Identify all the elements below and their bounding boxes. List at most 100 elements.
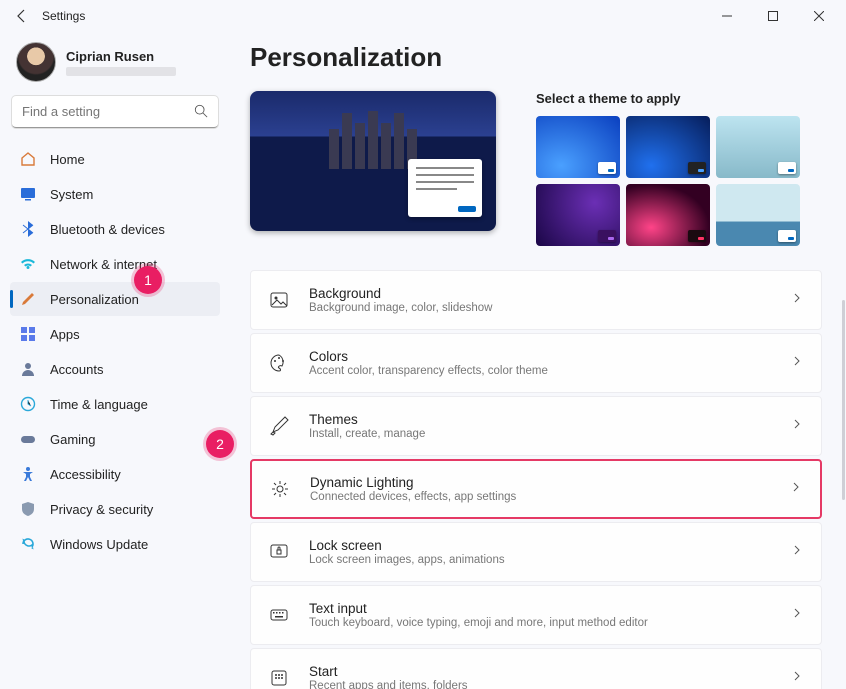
setting-title: Dynamic Lighting	[310, 475, 790, 490]
clock-globe-icon	[20, 396, 36, 412]
theme-option-2[interactable]	[626, 116, 710, 178]
nav-label: Time & language	[50, 397, 148, 412]
main-content: Personalization Select a theme to apply	[228, 32, 846, 689]
nav: Home System Bluetooth & devices Network …	[10, 142, 220, 561]
minimize-icon	[722, 11, 732, 21]
setting-desc: Lock screen images, apps, animations	[309, 554, 791, 566]
sidebar: Ciprian Rusen Home System Bluetooth & de…	[0, 32, 228, 689]
chevron-right-icon	[790, 480, 802, 498]
setting-desc: Install, create, manage	[309, 428, 791, 440]
nav-time[interactable]: Time & language	[10, 387, 220, 421]
setting-background[interactable]: Background Background image, color, slid…	[250, 270, 822, 330]
setting-themes[interactable]: Themes Install, create, manage	[250, 396, 822, 456]
wifi-icon	[20, 256, 36, 272]
chevron-right-icon	[791, 669, 803, 687]
close-button[interactable]	[796, 2, 842, 30]
app-title: Settings	[42, 9, 85, 23]
chevron-right-icon	[791, 606, 803, 624]
theme-option-4[interactable]	[536, 184, 620, 246]
light-icon	[270, 479, 290, 499]
nav-label: Home	[50, 152, 85, 167]
setting-title: Colors	[309, 349, 791, 364]
theme-picker-label: Select a theme to apply	[536, 91, 838, 106]
apps-icon	[20, 326, 36, 342]
nav-accessibility[interactable]: Accessibility	[10, 457, 220, 491]
chevron-right-icon	[791, 354, 803, 372]
theme-option-3[interactable]	[716, 116, 800, 178]
setting-colors[interactable]: Colors Accent color, transparency effect…	[250, 333, 822, 393]
theme-option-5[interactable]	[626, 184, 710, 246]
avatar	[16, 42, 56, 82]
annotation-marker-2: 2	[206, 430, 234, 458]
nav-system[interactable]: System	[10, 177, 220, 211]
chevron-right-icon	[791, 543, 803, 561]
profile-name: Ciprian Rusen	[66, 49, 176, 64]
accessibility-icon	[20, 466, 36, 482]
nav-privacy[interactable]: Privacy & security	[10, 492, 220, 526]
chevron-right-icon	[791, 417, 803, 435]
nav-home[interactable]: Home	[10, 142, 220, 176]
scrollbar[interactable]	[842, 300, 845, 500]
nav-accounts[interactable]: Accounts	[10, 352, 220, 386]
picture-icon	[269, 290, 289, 310]
setting-text-input[interactable]: Text input Touch keyboard, voice typing,…	[250, 585, 822, 645]
setting-title: Text input	[309, 601, 791, 616]
nav-gaming[interactable]: Gaming	[10, 422, 220, 456]
nav-network[interactable]: Network & internet	[10, 247, 220, 281]
theme-option-1[interactable]	[536, 116, 620, 178]
arrow-left-icon	[14, 8, 30, 24]
person-icon	[20, 361, 36, 377]
nav-label: Bluetooth & devices	[50, 222, 165, 237]
setting-desc: Accent color, transparency effects, colo…	[309, 365, 791, 377]
nav-update[interactable]: Windows Update	[10, 527, 220, 561]
search-box	[12, 96, 218, 128]
maximize-button[interactable]	[750, 2, 796, 30]
setting-desc: Connected devices, effects, app settings	[310, 491, 790, 503]
nav-label: System	[50, 187, 93, 202]
home-icon	[20, 151, 36, 167]
close-icon	[814, 11, 824, 21]
lock-screen-icon	[269, 542, 289, 562]
theme-area: Select a theme to apply	[250, 91, 838, 246]
theme-picker: Select a theme to apply	[536, 91, 838, 246]
setting-lock-screen[interactable]: Lock screen Lock screen images, apps, an…	[250, 522, 822, 582]
nav-apps[interactable]: Apps	[10, 317, 220, 351]
nav-label: Privacy & security	[50, 502, 153, 517]
palette-icon	[269, 353, 289, 373]
shield-icon	[20, 501, 36, 517]
settings-list: Background Background image, color, slid…	[250, 270, 838, 689]
system-icon	[20, 186, 36, 202]
title-bar: Settings	[0, 0, 846, 32]
profile-email-redacted	[66, 67, 176, 76]
chevron-right-icon	[791, 291, 803, 309]
page-title: Personalization	[250, 42, 838, 73]
nav-label: Windows Update	[50, 537, 148, 552]
search-icon	[194, 104, 208, 118]
setting-start[interactable]: Start Recent apps and items, folders	[250, 648, 822, 689]
desktop-preview	[250, 91, 496, 231]
setting-title: Start	[309, 664, 791, 679]
setting-desc: Touch keyboard, voice typing, emoji and …	[309, 617, 791, 629]
nav-personalization[interactable]: Personalization	[10, 282, 220, 316]
setting-desc: Recent apps and items, folders	[309, 680, 791, 689]
update-icon	[20, 536, 36, 552]
nav-bluetooth[interactable]: Bluetooth & devices	[10, 212, 220, 246]
search-input[interactable]	[12, 96, 218, 128]
setting-dynamic-lighting[interactable]: Dynamic Lighting Connected devices, effe…	[250, 459, 822, 519]
paintbrush-icon	[20, 291, 36, 307]
back-button[interactable]	[14, 8, 30, 24]
setting-title: Background	[309, 286, 791, 301]
nav-label: Accessibility	[50, 467, 121, 482]
setting-title: Lock screen	[309, 538, 791, 553]
nav-label: Accounts	[50, 362, 103, 377]
annotation-marker-1: 1	[134, 266, 162, 294]
setting-title: Themes	[309, 412, 791, 427]
theme-option-6[interactable]	[716, 184, 800, 246]
nav-label: Gaming	[50, 432, 96, 447]
minimize-button[interactable]	[704, 2, 750, 30]
brush-icon	[269, 416, 289, 436]
maximize-icon	[768, 11, 778, 21]
start-icon	[269, 668, 289, 688]
window-controls	[704, 2, 842, 30]
profile-block[interactable]: Ciprian Rusen	[10, 38, 220, 96]
